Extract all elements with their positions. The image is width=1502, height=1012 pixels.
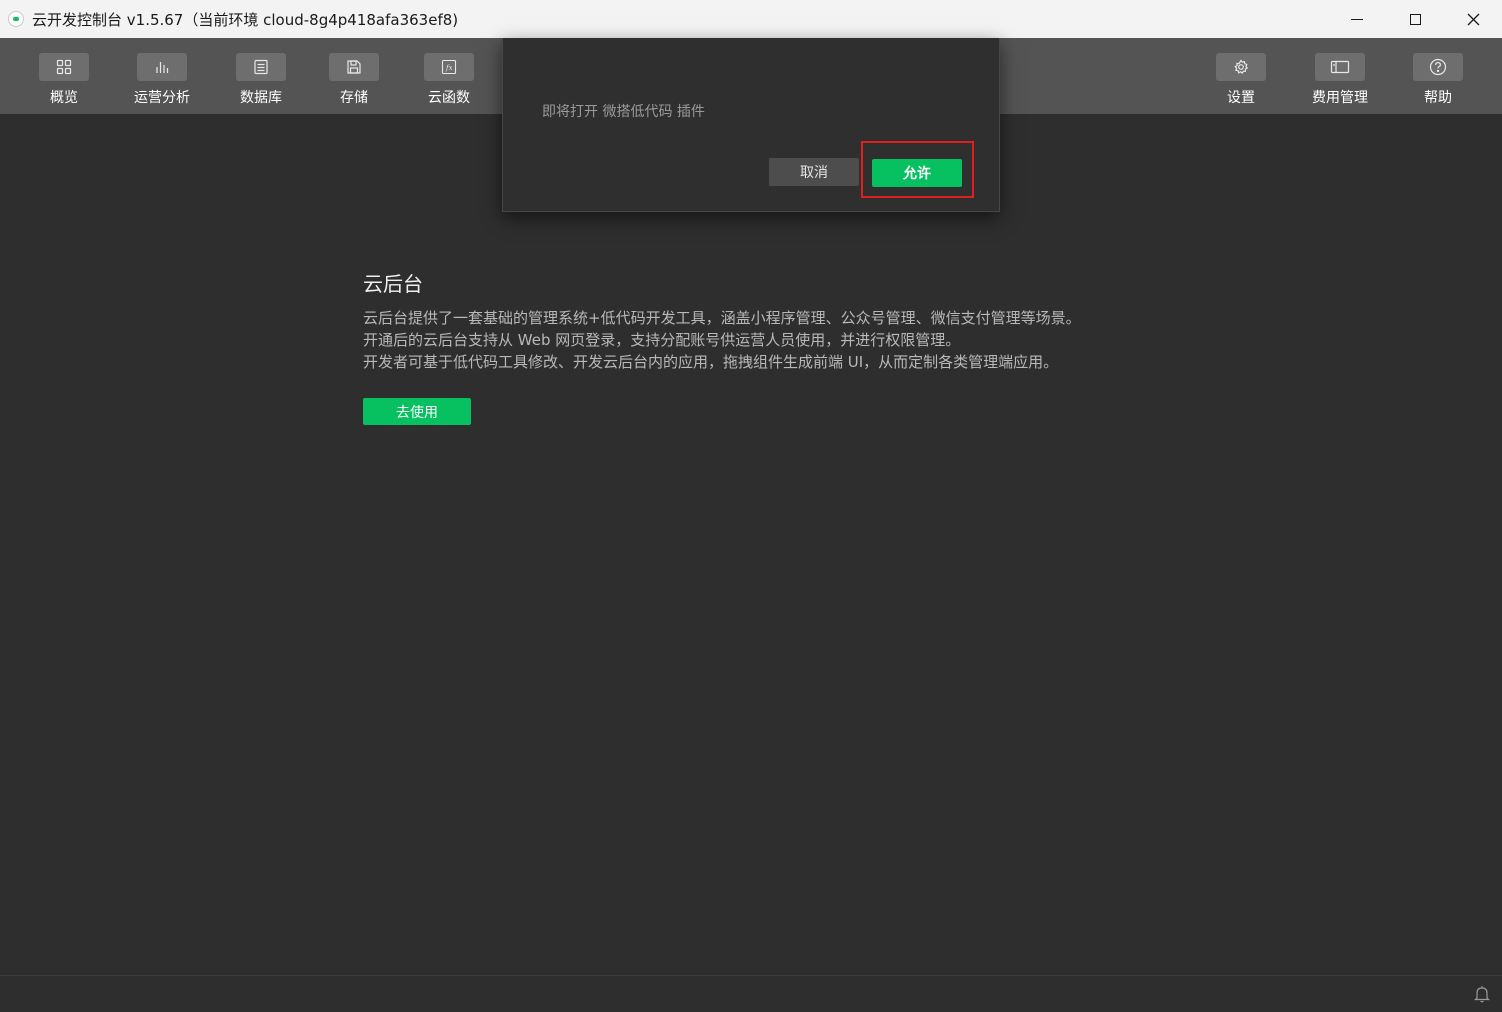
toolbar-item-analytics[interactable]: 运营分析: [131, 38, 193, 114]
toolbar-item-database[interactable]: 数据库: [236, 38, 286, 114]
main-content: 云后台 云后台提供了一套基础的管理系统+低代码开发工具，涵盖小程序管理、公众号管…: [0, 114, 1502, 976]
billing-icon: [1315, 53, 1365, 81]
dialog-message: 即将打开 微搭低代码 插件: [542, 104, 705, 120]
toolbar-label: 运营分析: [134, 90, 190, 106]
description-line: 开通后的云后台支持从 Web 网页登录，支持分配账号供运营人员使用，并进行权限管…: [363, 331, 961, 349]
gear-icon: [1216, 53, 1266, 81]
toolbar-label: 数据库: [240, 90, 282, 106]
toolbar-item-settings[interactable]: 设置: [1216, 38, 1266, 114]
window-title: 云开发控制台 v1.5.67（当前环境 cloud-8g4p418afa363e…: [32, 10, 459, 29]
function-icon: fx: [424, 53, 474, 81]
section-title: 云后台: [363, 272, 423, 296]
maximize-icon[interactable]: [1386, 0, 1444, 38]
cancel-button[interactable]: 取消: [769, 158, 859, 186]
go-use-button[interactable]: 去使用: [363, 398, 471, 425]
toolbar-item-cloud-functions[interactable]: fx 云函数: [424, 38, 474, 114]
cloud-backend-section: 云后台 云后台提供了一套基础的管理系统+低代码开发工具，涵盖小程序管理、公众号管…: [363, 270, 1263, 425]
save-icon: [329, 53, 379, 81]
toolbar-label: 概览: [50, 90, 78, 106]
toolbar-label: 费用管理: [1312, 90, 1368, 106]
permission-dialog: 即将打开 微搭低代码 插件 取消 允许: [502, 38, 1000, 212]
window-controls: [1328, 0, 1502, 38]
database-icon: [236, 53, 286, 81]
toolbar-item-overview[interactable]: 概览: [38, 38, 90, 114]
app-logo-icon: [8, 11, 24, 27]
toolbar-label: 云函数: [428, 90, 470, 106]
grid-icon: [39, 53, 89, 81]
status-bar: [0, 975, 1502, 1012]
allow-button[interactable]: 允许: [872, 159, 962, 187]
bar-chart-icon: [137, 53, 187, 81]
toolbar-item-billing[interactable]: 费用管理: [1309, 38, 1371, 114]
toolbar-item-storage[interactable]: 存储: [329, 38, 379, 114]
help-icon: [1413, 53, 1463, 81]
close-icon[interactable]: [1444, 0, 1502, 38]
app-window: 云开发控制台 v1.5.67（当前环境 cloud-8g4p418afa363e…: [0, 0, 1502, 1012]
svg-text:fx: fx: [445, 64, 453, 72]
toolbar-label: 存储: [340, 90, 368, 106]
title-bar: 云开发控制台 v1.5.67（当前环境 cloud-8g4p418afa363e…: [0, 0, 1502, 38]
toolbar-item-help[interactable]: 帮助: [1413, 38, 1463, 114]
minimize-icon[interactable]: [1328, 0, 1386, 38]
bell-icon[interactable]: [1474, 985, 1490, 1007]
description-line: 云后台提供了一套基础的管理系统+低代码开发工具，涵盖小程序管理、公众号管理、微信…: [363, 309, 1081, 327]
description-line: 开发者可基于低代码工具修改、开发云后台内的应用，拖拽组件生成前端 UI，从而定制…: [363, 353, 1059, 371]
toolbar-label: 设置: [1227, 90, 1255, 106]
toolbar-label: 帮助: [1424, 90, 1452, 106]
